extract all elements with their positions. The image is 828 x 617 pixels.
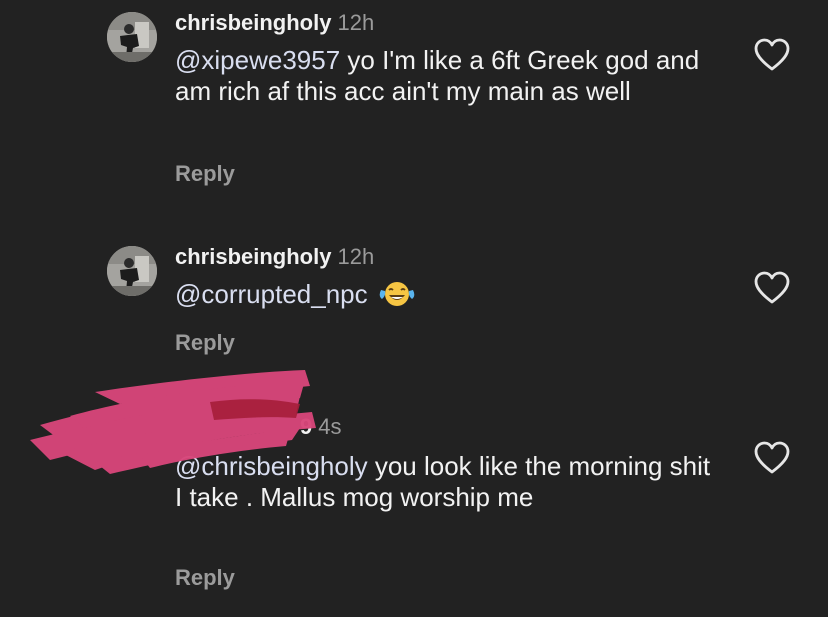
username[interactable]: chrisbeingholy: [175, 244, 331, 269]
comment-header: 9 4s: [300, 414, 342, 440]
like-button[interactable]: [752, 37, 792, 73]
comment-header: chrisbeingholy 12h: [175, 244, 374, 270]
timestamp: 12h: [337, 10, 375, 35]
username[interactable]: chrisbeingholy: [175, 10, 331, 35]
comment-header: chrisbeingholy 12h: [175, 10, 374, 36]
reply-button[interactable]: Reply: [175, 330, 235, 356]
username[interactable]: 9: [300, 414, 312, 439]
heart-outline-icon: [754, 271, 790, 304]
avatar-photo-icon: [107, 12, 157, 62]
mention-link[interactable]: @xipewe3957: [175, 45, 340, 75]
avatar[interactable]: [107, 12, 157, 62]
heart-outline-icon: [754, 38, 790, 71]
mention-link[interactable]: @corrupted_npc: [175, 279, 368, 309]
reply-button[interactable]: Reply: [175, 565, 235, 591]
like-button[interactable]: [752, 440, 792, 476]
like-button[interactable]: [752, 270, 792, 306]
comments-thread: chrisbeingholy 12h @xipewe3957 yo I'm lik…: [0, 0, 828, 617]
avatar-photo-icon: [107, 246, 157, 296]
comment-text: @corrupted_npc: [175, 279, 720, 310]
comment-text: @xipewe3957 yo I'm like a 6ft Greek god …: [175, 45, 720, 107]
heart-outline-icon: [754, 441, 790, 474]
avatar[interactable]: [107, 246, 157, 296]
reply-button[interactable]: Reply: [175, 161, 235, 187]
timestamp: 4s: [318, 414, 342, 439]
timestamp: 12h: [337, 244, 375, 269]
comment-body: [368, 279, 375, 309]
tears-of-joy-emoji-icon: [379, 280, 415, 308]
mention-link[interactable]: @chrisbeingholy: [175, 451, 368, 481]
comment-text: @chrisbeingholy you look like the mornin…: [175, 451, 720, 513]
